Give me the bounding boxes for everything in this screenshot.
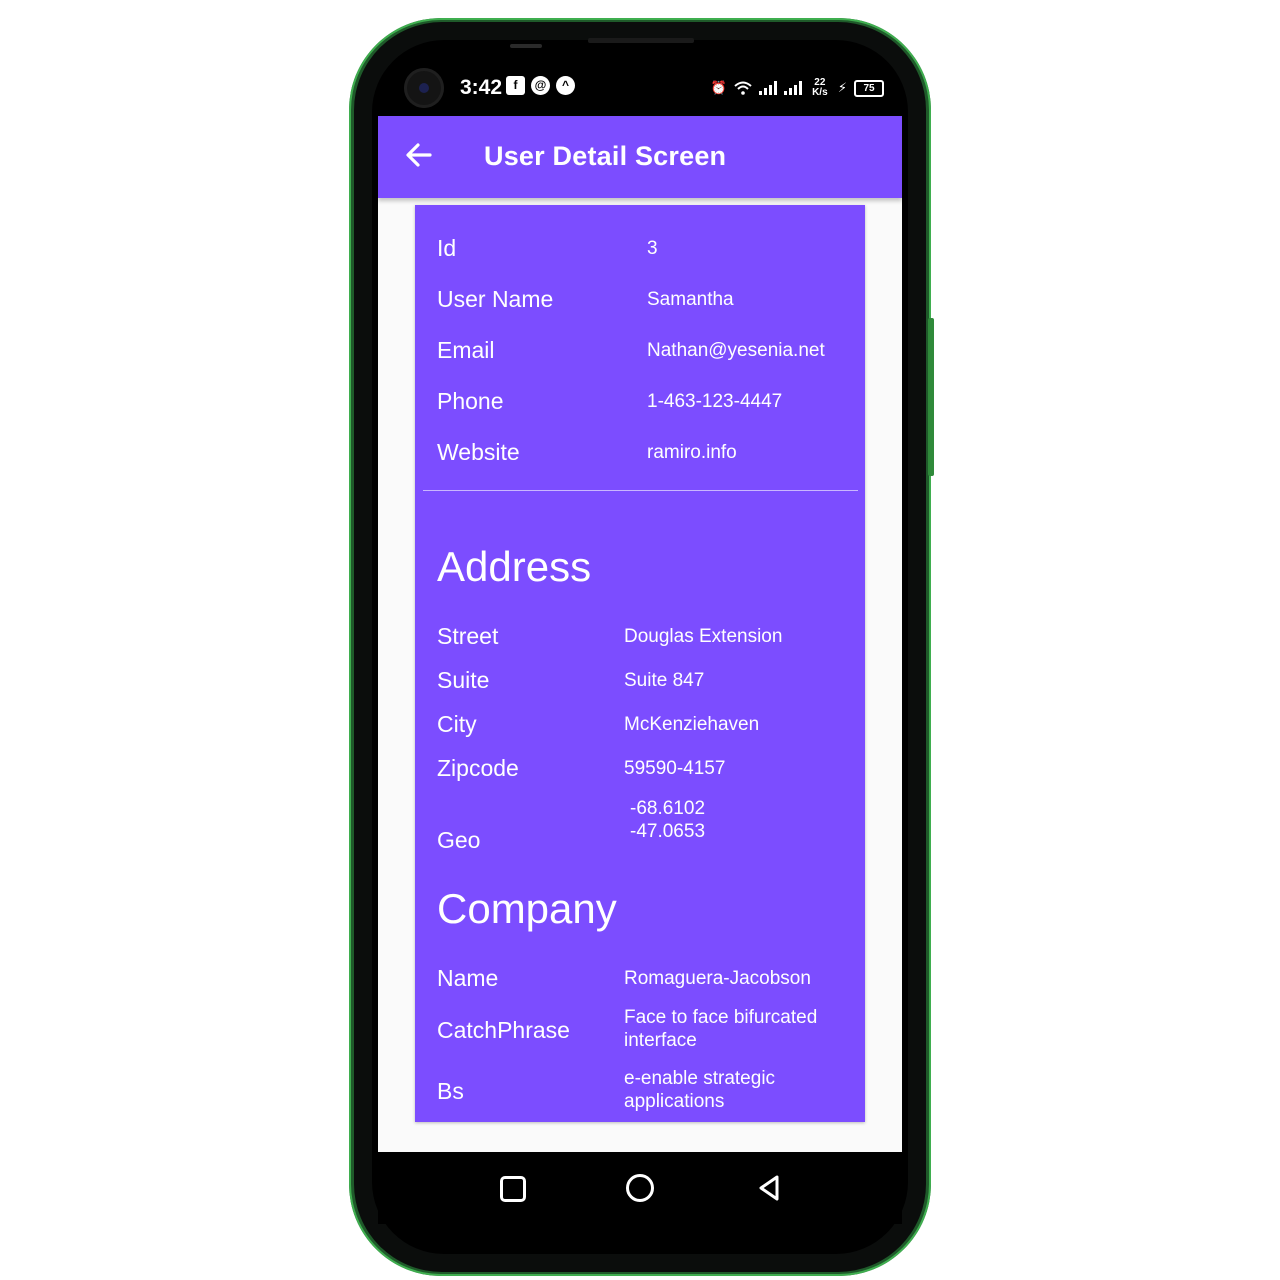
field-label: Bs [437,1078,464,1104]
field-label: Zipcode [437,755,519,781]
field-label: City [437,711,477,737]
app-screen: User Detail Screen Id 3 User Name Samant… [378,116,902,1152]
user-detail-card: Id 3 User Name Samantha Email Nathan@yes… [415,205,865,1122]
field-label: Id [437,235,457,261]
signal-icon-2 [783,81,802,95]
status-bar: 3:42 f @ ^ ⏰ 22 K/s ⚡ 75 [378,66,902,110]
network-speed: 22 K/s [812,77,828,98]
back-triangle-icon[interactable] [756,1173,782,1203]
signal-icon-1 [758,81,777,95]
field-value-line1: e-enable strategic [624,1068,776,1089]
field-value: 59590-4157 [624,758,726,779]
divider [423,490,858,491]
field-label: CatchPhrase [437,1017,570,1043]
notification-icon: @ [531,76,550,95]
charging-icon: ⚡ [837,80,847,95]
field-value: Suite 847 [624,670,705,691]
home-icon[interactable] [626,1174,654,1202]
app-icon: ^ [556,76,575,95]
field-label: Name [437,965,499,991]
battery-indicator: 75 [854,79,884,97]
navigation-bar [378,1152,902,1224]
recent-apps-icon[interactable] [500,1176,526,1202]
field-value-line2: interface [624,1030,697,1051]
field-label: Street [437,623,499,649]
field-label: Website [437,439,520,465]
field-value: Samantha [647,289,734,310]
wifi-icon [734,81,752,95]
page-title: User Detail Screen [484,141,727,171]
facebook-icon: f [506,76,525,95]
field-value-line2: applications [624,1091,725,1112]
field-value: ramiro.info [647,442,737,463]
address-heading: Address [437,543,592,590]
field-value: McKenziehaven [624,714,760,735]
alarm-icon: ⏰ [710,80,727,95]
field-label: Geo [437,827,481,853]
field-label: Suite [437,667,490,693]
field-label: User Name [437,286,554,312]
field-value: Nathan@yesenia.net [647,340,825,361]
app-bar: User Detail Screen [378,116,902,198]
earpiece [510,44,542,48]
field-value: 1-463-123-4447 [647,391,783,412]
geo-lat: -68.6102 [630,798,706,819]
speaker-grill [588,38,694,43]
field-value: Romaguera-Jacobson [624,968,811,989]
arrow-left-icon[interactable] [402,138,436,172]
status-right-icons: ⏰ 22 K/s ⚡ 75 [711,78,884,98]
field-value-line1: Face to face bifurcated [624,1007,818,1028]
status-left-icons: f @ ^ [506,76,575,95]
field-label: Phone [437,388,504,414]
power-button [928,318,934,476]
geo-lng: -47.0653 [630,821,706,842]
field-label: Email [437,337,495,363]
company-heading: Company [437,885,617,932]
field-value: 3 [647,238,658,259]
field-value: Douglas Extension [624,626,783,647]
status-time: 3:42 [460,76,503,99]
